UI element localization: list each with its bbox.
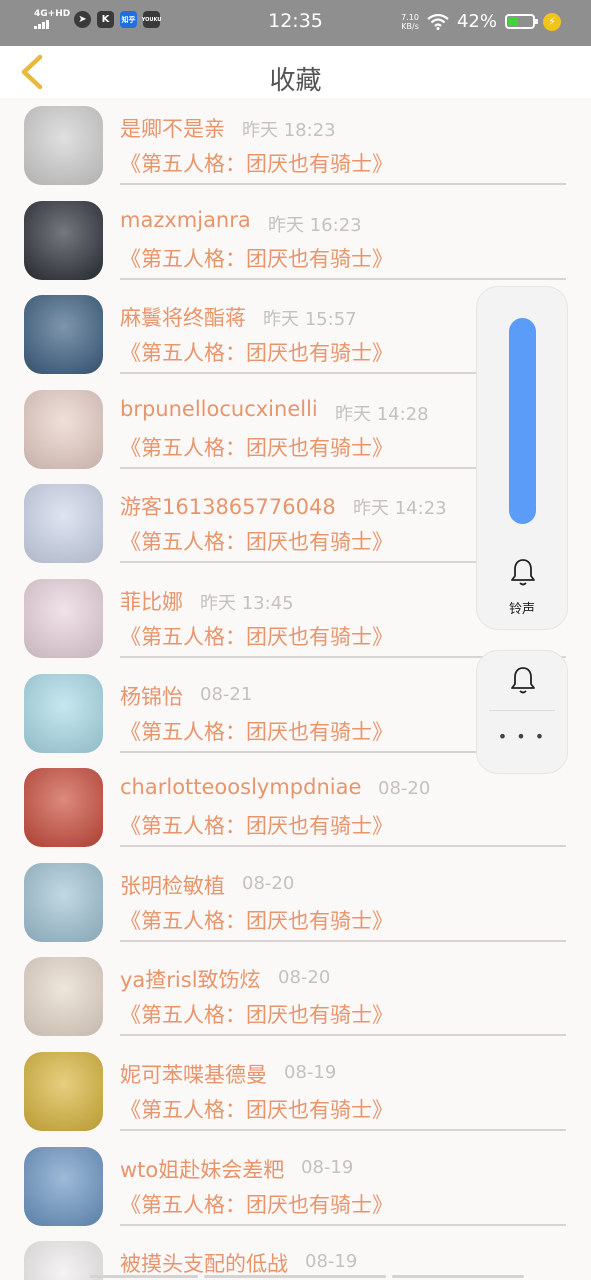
charging-icon: ⚡	[543, 12, 561, 31]
story-title[interactable]: 《第五人格：团厌也有骑士》	[120, 1189, 393, 1219]
timestamp: 08-19	[284, 1061, 337, 1083]
timestamp: 08-19	[301, 1156, 354, 1178]
status-bar: 4G+HD ➤ K 知乎 YOUKU 12:35 7.10 KB/s 42% ⚡	[0, 0, 591, 46]
list-item[interactable]: 妮可苯喋基德曼 08-19 《第五人格：团厌也有骑士》	[0, 1044, 591, 1139]
story-title[interactable]: 《第五人格：团厌也有骑士》	[120, 432, 393, 462]
timestamp: 昨天 14:28	[335, 403, 429, 425]
divider	[120, 277, 566, 280]
status-right: 7.10 KB/s 42% ⚡	[401, 11, 561, 32]
more-dots-icon[interactable]: • • •	[477, 727, 567, 746]
timestamp: 08-20	[378, 778, 431, 800]
story-title[interactable]: 《第五人格：团厌也有骑士》	[120, 1094, 393, 1124]
timestamp: 昨天 18:23	[242, 120, 336, 141]
story-title[interactable]: 《第五人格：团厌也有骑士》	[120, 716, 393, 746]
volume-panel: 铃声	[476, 286, 568, 630]
list-item[interactable]: ya揸risl致饬炫 08-20 《第五人格：团厌也有骑士》	[0, 949, 591, 1044]
story-title[interactable]: 《第五人格：团厌也有骑士》	[120, 905, 393, 935]
timestamp: 08-19	[305, 1251, 358, 1273]
author-name: ya揸risl致饬炫	[120, 968, 261, 993]
timestamp: 08-20	[278, 967, 331, 989]
battery-icon	[505, 14, 538, 29]
author-name: brpunellocucxinelli	[120, 396, 318, 421]
list-item[interactable]: 是卿不是亲 昨天 18:23 《第五人格：团厌也有骑士》	[0, 98, 591, 193]
author-name: 妮可苯喋基德曼	[120, 1062, 267, 1087]
timestamp: 08-21	[200, 683, 253, 705]
story-title[interactable]: 《第五人格：团厌也有骑士》	[120, 999, 393, 1029]
home-indicator	[392, 1275, 524, 1278]
home-indicator	[90, 1275, 198, 1278]
divider	[120, 1223, 566, 1226]
page-title: 收藏	[269, 66, 322, 96]
timestamp: 昨天 15:57	[263, 309, 357, 331]
avatar[interactable]	[24, 957, 103, 1037]
story-title[interactable]: 《第五人格：团厌也有骑士》	[120, 621, 393, 651]
story-title[interactable]: 《第五人格：团厌也有骑士》	[120, 526, 393, 556]
avatar[interactable]	[24, 106, 103, 185]
story-title[interactable]: 《第五人格：团厌也有骑士》	[120, 810, 393, 840]
divider	[120, 1128, 566, 1131]
author-name: 张明检敏植	[120, 873, 225, 898]
avatar[interactable]	[24, 484, 103, 564]
timestamp: 昨天 13:45	[200, 592, 294, 614]
list-item[interactable]: 张明检敏植 08-20 《第五人格：团厌也有骑士》	[0, 855, 591, 950]
avatar[interactable]	[24, 389, 103, 469]
story-title[interactable]: 《第五人格：团厌也有骑士》	[120, 337, 393, 367]
author-name: mazxmjanra	[120, 207, 251, 232]
story-title[interactable]: 《第五人格：团厌也有骑士》	[120, 148, 393, 178]
author-name: charlotteooslympdniae	[120, 775, 362, 800]
author-name: 杨锦怡	[120, 684, 183, 709]
list-item[interactable]: charlotteooslympdniae 08-20 《第五人格：团厌也有骑士》	[0, 760, 591, 855]
network-speed: 7.10 KB/s	[401, 13, 419, 31]
avatar[interactable]	[24, 200, 103, 280]
author-name: 菲比娜	[120, 589, 183, 614]
wifi-icon	[427, 13, 449, 30]
avatar[interactable]	[24, 1146, 103, 1226]
avatar[interactable]	[24, 862, 103, 942]
author-name: 游客1613865776048	[120, 495, 336, 520]
avatar[interactable]	[24, 768, 103, 848]
battery-fill	[508, 17, 519, 26]
timestamp: 昨天 16:23	[268, 214, 362, 236]
avatar[interactable]	[24, 578, 103, 658]
bell-icon[interactable]	[510, 557, 536, 587]
divider	[120, 939, 566, 942]
avatar[interactable]	[24, 295, 103, 375]
ringtone-label: 铃声	[508, 602, 535, 617]
home-indicator	[204, 1275, 386, 1278]
avatar[interactable]	[24, 673, 103, 753]
author-name: 麻鬟将终酯蒋	[120, 306, 246, 331]
list-item[interactable]: 被摸头支配的低战 08-19	[0, 1233, 591, 1280]
avatar[interactable]	[24, 1051, 103, 1131]
speed-unit: KB/s	[401, 21, 419, 31]
timestamp: 08-20	[242, 872, 295, 894]
divider	[120, 183, 566, 185]
author-name: 是卿不是亲	[120, 117, 225, 141]
story-title[interactable]: 《第五人格：团厌也有骑士》	[120, 243, 393, 273]
volume-slider[interactable]	[509, 318, 536, 524]
divider	[120, 1034, 566, 1037]
list-item[interactable]: mazxmjanra 昨天 16:23 《第五人格：团厌也有骑士》	[0, 193, 591, 288]
divider	[489, 710, 555, 711]
divider	[120, 845, 566, 848]
header: 收藏	[0, 46, 591, 98]
bell-icon[interactable]	[510, 665, 536, 695]
list-item[interactable]: wto姐赴妹会差粑 08-19 《第五人格：团厌也有骑士》	[0, 1139, 591, 1234]
volume-controls: • • •	[476, 650, 568, 774]
author-name: wto姐赴妹会差粑	[120, 1157, 285, 1182]
battery-percent: 42%	[456, 11, 497, 32]
speed-value: 7.10	[401, 12, 419, 22]
timestamp: 昨天 14:23	[353, 498, 447, 520]
author-name: 被摸头支配的低战	[120, 1252, 288, 1277]
